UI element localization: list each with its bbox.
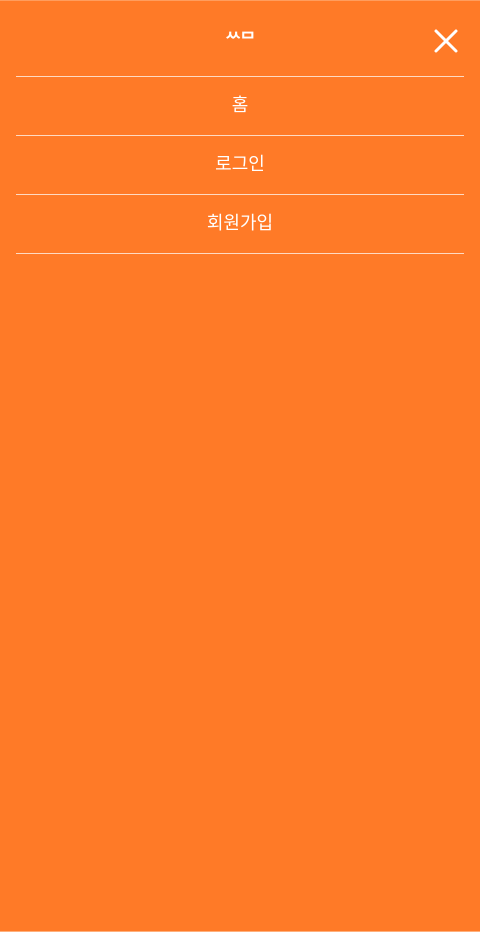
close-button[interactable] xyxy=(432,27,460,55)
mobile-menu-screen: ᄊᄆ 홈 로그인 회원가입 xyxy=(0,0,480,932)
menu-list: 홈 로그인 회원가입 xyxy=(16,77,464,254)
menu-item-login[interactable]: 로그인 xyxy=(16,136,464,195)
menu-item-label: 로그인 xyxy=(215,154,265,175)
menu-item-home[interactable]: 홈 xyxy=(16,77,464,136)
close-icon xyxy=(434,29,458,53)
menu-item-label: 홈 xyxy=(231,95,249,116)
menu-header: ᄊᄆ xyxy=(16,1,464,77)
menu-item-signup[interactable]: 회원가입 xyxy=(16,195,464,254)
menu-item-label: 회원가입 xyxy=(206,213,274,234)
brand-logo: ᄊᄆ xyxy=(225,30,255,50)
